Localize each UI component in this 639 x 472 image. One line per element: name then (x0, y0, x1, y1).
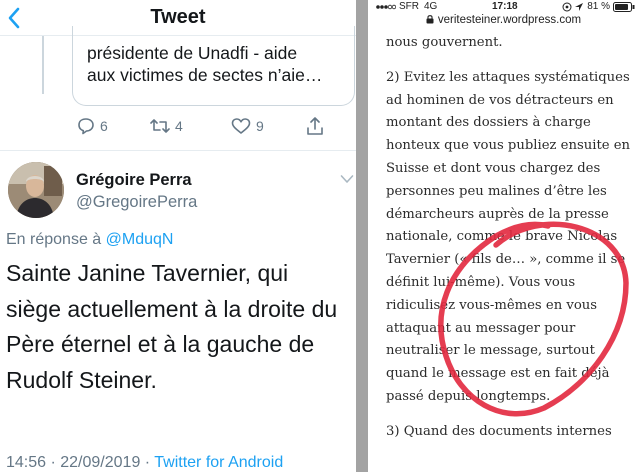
url-text: veritesteiner.wordpress.com (437, 14, 582, 26)
like-button[interactable]: 9 (230, 114, 264, 138)
battery-percent: 81 % (587, 1, 610, 12)
panel-divider (356, 0, 368, 472)
chevron-down-icon[interactable] (340, 174, 354, 184)
article-line: 3) Quand des documents internes (386, 423, 612, 439)
avatar-photo-icon (8, 162, 64, 218)
quoted-tweet-card[interactable]: présidente de Unadfi - aide aux victimes… (72, 26, 355, 106)
tweet-line: Père éternel et à la gauche de (6, 331, 315, 357)
article-line: attaquant au messager pour (386, 320, 576, 336)
article-body: nous gouvernent. 2) Evitez les attaques … (386, 32, 639, 444)
article-line: démarcheurs auprès de la presse (386, 206, 609, 222)
tweet-actions: 6 4 9 (0, 114, 356, 138)
article-line: Tavernier (« fils de… », comme il se (386, 252, 626, 268)
reply-context: En réponse à @MduqN (6, 231, 173, 249)
article-line: montant des dossiers à charge (386, 115, 591, 131)
article-line: neutraliser le message, surtout (386, 343, 595, 359)
quoted-line: aux victimes de sectes n’aie… (87, 65, 323, 85)
like-count: 9 (256, 118, 264, 134)
arrow-icon (575, 2, 584, 11)
article-line: personnes peu malines d’être les (386, 183, 607, 199)
article-line: 2) Evitez les attaques systématiques (386, 69, 630, 85)
retweet-icon (150, 119, 170, 133)
mention-link[interactable]: @MduqN (106, 231, 174, 248)
tweet-meta: 14:56 · 22/09/2019 · Twitter for Android (6, 454, 283, 472)
reply-count: 6 (100, 118, 108, 134)
article-line: passé depuis longtemps. (386, 388, 551, 404)
article-line: définit lui-même). Vous vous (386, 274, 576, 290)
battery-icon (613, 1, 635, 12)
twitter-panel: Tweet présidente de Unadfi - aide aux vi… (0, 0, 356, 472)
article-line: Suisse et dont vous chargez des (386, 160, 601, 176)
article-line: ad hominen de vos détracteurs en (386, 92, 614, 108)
status-bar: SFR 4G 17:18 81 % (368, 0, 639, 14)
author-handle[interactable]: @GregoirePerra (76, 193, 197, 212)
tweet-line: siège actuellement à la droite du (6, 295, 338, 322)
retweet-button[interactable]: 4 (149, 114, 183, 138)
lock-icon (426, 15, 434, 24)
article-line: ridiculisez vous-mêmes en vous (386, 297, 598, 313)
share-icon (307, 117, 323, 135)
status-time: 17:18 (492, 1, 518, 12)
carrier-name: SFR (399, 1, 419, 12)
status-icons: 81 % (562, 1, 635, 12)
reply-prefix: En réponse à (6, 231, 106, 248)
url-bar[interactable]: veritesteiner.wordpress.com (368, 14, 639, 32)
client-link[interactable]: Twitter for Android (154, 454, 283, 471)
avatar[interactable] (8, 162, 64, 218)
article-line: honteux que vous publiez ensuite en (386, 138, 631, 154)
separator (0, 150, 356, 151)
article-line: nous gouvernent. (386, 35, 503, 50)
quoted-tweet-text: présidente de Unadfi - aide aux victimes… (87, 42, 344, 86)
tweet-line: Rudolf Steiner. (6, 366, 157, 393)
reply-icon (78, 118, 94, 135)
quoted-line: présidente de Unadfi - aide (87, 43, 298, 63)
article-line: quand le message est en fait déjà (386, 366, 610, 382)
tweet-line: Sainte Janine Tavernier, qui (6, 260, 289, 286)
author-name[interactable]: Grégoire Perra (76, 171, 192, 190)
signal-icon (376, 4, 396, 9)
share-button[interactable] (305, 114, 325, 138)
location-icon (562, 2, 572, 11)
article-line: nationale, comme le brave Nicolas (386, 229, 618, 245)
tweet-datetime: 14:56 · 22/09/2019 · (6, 454, 155, 471)
tweet-text: Sainte Janine Tavernier, qui siège actue… (6, 256, 356, 398)
thread-line (42, 36, 44, 94)
reply-button[interactable]: 6 (76, 114, 108, 138)
browser-panel: SFR 4G 17:18 81 % veritesteiner.wordpres… (368, 0, 639, 472)
network-type: 4G (424, 1, 438, 12)
heart-icon (231, 118, 251, 134)
carrier-info: SFR 4G (376, 1, 437, 12)
retweet-count: 4 (175, 118, 183, 134)
